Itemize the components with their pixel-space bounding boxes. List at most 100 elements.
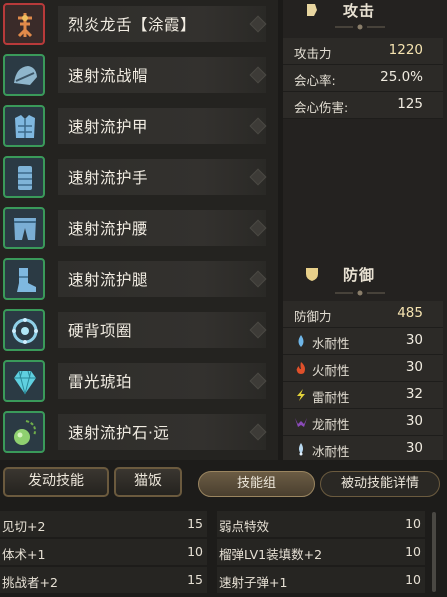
helmet-icon xyxy=(3,54,45,96)
leg-armor-icon xyxy=(3,258,45,300)
stat-row-water-res: 水耐性 30 xyxy=(283,328,443,355)
skill-level: 10 xyxy=(405,544,421,559)
skill-name: 榴弹LV1装填数+2 xyxy=(219,547,323,562)
stat-row-defense: 防御力 485 xyxy=(283,301,443,328)
defense-section-header: 防御 xyxy=(283,262,447,302)
skill-name: 速射子弹+1 xyxy=(219,575,288,590)
equipment-bar: 速射流战帽 xyxy=(58,57,266,93)
equipment-panel: 烈炎龙舌【涂霞】 速射流战帽 速射流护甲 速射流护手 速射流护腰 速射流护腿 硬… xyxy=(0,0,278,460)
fire-icon xyxy=(296,362,305,374)
skill-row: 见切+2 15 xyxy=(0,511,207,537)
skills-scrollbar[interactable] xyxy=(432,512,436,592)
dragon-icon xyxy=(295,418,307,427)
stat-label: 防御力 xyxy=(294,309,332,324)
equipment-bar: 烈炎龙舌【涂霞】 xyxy=(58,6,266,42)
skill-name: 体术+1 xyxy=(2,547,46,562)
water-icon xyxy=(298,335,304,347)
res-label: 雷耐性 xyxy=(312,390,350,405)
equipment-name: 速射流护腿 xyxy=(68,271,149,289)
collar-icon xyxy=(3,309,45,351)
stat-row-crit-damage: 会心伤害: 125 xyxy=(283,92,443,119)
stat-value: 30 xyxy=(405,413,423,429)
equipment-name: 速射流护手 xyxy=(68,169,149,187)
skill-level: 15 xyxy=(187,572,203,587)
attack-icon xyxy=(307,4,317,16)
equipment-row-gem[interactable]: 雷光琥珀 xyxy=(0,357,278,407)
gauntlet-icon xyxy=(3,156,45,198)
ice-icon xyxy=(299,443,303,456)
thunder-icon xyxy=(297,389,305,401)
skill-level: 10 xyxy=(405,572,421,587)
equipment-row-collar[interactable]: 硬背项圈 xyxy=(0,306,278,356)
res-label: 冰耐性 xyxy=(312,444,350,459)
skill-row: 速射子弹+1 10 xyxy=(217,567,425,593)
equipment-bar: 速射流护腰 xyxy=(58,210,266,246)
stat-value: 30 xyxy=(405,440,423,456)
stat-row-fire-res: 火耐性 30 xyxy=(283,355,443,382)
stat-row-ice-res: 冰耐性 30 xyxy=(283,436,443,463)
stat-value: 485 xyxy=(397,305,423,321)
tab-food[interactable]: 猫饭 xyxy=(114,467,182,497)
charm-icon xyxy=(3,411,45,453)
equipment-name: 速射流战帽 xyxy=(68,67,149,85)
equipment-row-charm[interactable]: 速射流护石·远 xyxy=(0,408,278,458)
attack-section-header: 攻击 xyxy=(283,0,447,40)
stats-panel: 攻击 攻击力 1220 会心率: 25.0% 会心伤害: 125 防御 防御力 … xyxy=(283,0,447,463)
stat-row-dragon-res: 龙耐性 30 xyxy=(283,409,443,436)
stat-value: 25.0% xyxy=(380,69,423,85)
stat-label: 会心率: xyxy=(294,73,336,88)
stat-row-thunder-res: 雷耐性 32 xyxy=(283,382,443,409)
equipment-bar: 速射流护石·远 xyxy=(58,414,266,450)
equipment-bar: 速射流护腿 xyxy=(58,261,266,297)
shield-icon xyxy=(306,268,318,281)
skill-row: 榴弹LV1装填数+2 10 xyxy=(217,539,425,565)
skill-level: 10 xyxy=(405,516,421,531)
stat-row-attack: 攻击力 1220 xyxy=(283,38,443,65)
stat-value: 30 xyxy=(405,359,423,375)
stat-label: 会心伤害: xyxy=(294,100,349,115)
skill-row: 弱点特效 10 xyxy=(217,511,425,537)
skill-row: 挑战者+2 15 xyxy=(0,567,207,593)
res-label: 水耐性 xyxy=(312,336,350,351)
stat-value: 32 xyxy=(405,386,423,402)
equipment-bar: 雷光琥珀 xyxy=(58,363,266,399)
equipment-row-chest[interactable]: 速射流护甲 xyxy=(0,102,278,152)
equipment-name: 速射流护甲 xyxy=(68,118,149,136)
equipment-name: 雷光琥珀 xyxy=(68,373,133,391)
weapon-icon xyxy=(3,3,45,45)
equipment-row-gauntlet[interactable]: 速射流护手 xyxy=(0,153,278,203)
equipment-row-waist[interactable]: 速射流护腰 xyxy=(0,204,278,254)
chest-armor-icon xyxy=(3,105,45,147)
passive-details-button[interactable]: 被动技能详情 xyxy=(320,471,440,497)
equipment-row-weapon[interactable]: 烈炎龙舌【涂霞】 xyxy=(0,0,278,50)
res-label: 火耐性 xyxy=(312,363,350,378)
equipment-name: 速射流护石·远 xyxy=(68,424,170,442)
res-label: 龙耐性 xyxy=(312,417,350,432)
equipment-name: 硬背项圈 xyxy=(68,322,133,340)
attack-title: 攻击 xyxy=(343,2,376,20)
equipment-row-legs[interactable]: 速射流护腿 xyxy=(0,255,278,305)
skill-level: 10 xyxy=(187,544,203,559)
equipment-bar: 速射流护甲 xyxy=(58,108,266,144)
equipment-name: 速射流护腰 xyxy=(68,220,149,238)
skill-level: 15 xyxy=(187,516,203,531)
skill-name: 挑战者+2 xyxy=(2,575,58,590)
divider-ornament xyxy=(335,24,385,30)
skill-row: 体术+1 10 xyxy=(0,539,207,565)
equipment-row-helmet[interactable]: 速射流战帽 xyxy=(0,51,278,101)
skill-name: 弱点特效 xyxy=(219,519,270,534)
defense-title: 防御 xyxy=(343,266,376,284)
equipment-name: 烈炎龙舌【涂霞】 xyxy=(68,16,197,34)
skill-name: 见切+2 xyxy=(2,519,46,534)
equipment-bar: 速射流护手 xyxy=(58,159,266,195)
stat-label: 攻击力 xyxy=(294,46,332,61)
skill-group-button[interactable]: 技能组 xyxy=(198,471,315,497)
skills-panel: 发动技能 猫饭 技能组 被动技能详情 见切+2 15 体术+1 10 挑战者+2… xyxy=(0,460,447,597)
gem-icon xyxy=(3,360,45,402)
equipment-bar: 硬背项圈 xyxy=(58,312,266,348)
divider-ornament xyxy=(335,290,385,296)
tab-active-skills[interactable]: 发动技能 xyxy=(3,467,109,497)
waist-armor-icon xyxy=(3,207,45,249)
stat-row-affinity: 会心率: 25.0% xyxy=(283,65,443,92)
stat-value: 125 xyxy=(397,96,423,112)
